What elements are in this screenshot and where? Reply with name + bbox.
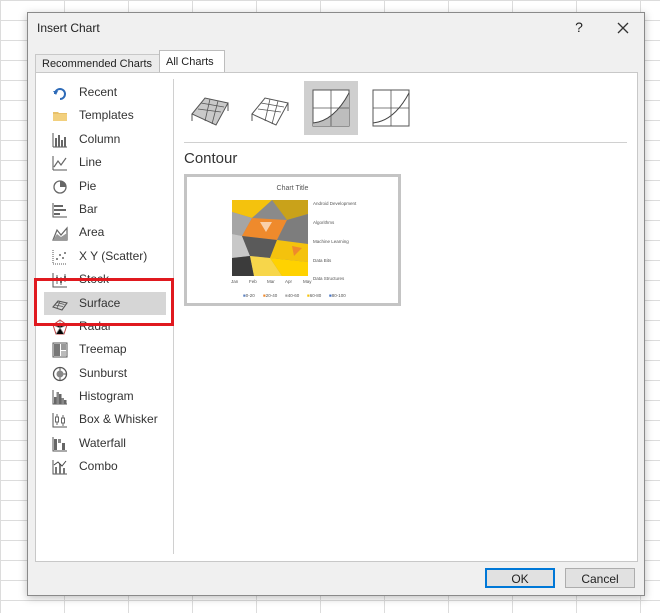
sidebar-item-templates[interactable]: Templates: [36, 104, 173, 127]
preview-x-label: Jan: [231, 279, 239, 284]
dialog-title: Insert Chart: [37, 21, 100, 35]
title-bar: Insert Chart ?: [28, 13, 644, 43]
sidebar-item-treemap[interactable]: Treemap: [36, 338, 173, 361]
sidebar-item-recent[interactable]: Recent: [36, 81, 173, 104]
preview-legend-item: ■80-100: [329, 293, 346, 298]
sidebar-item-bar[interactable]: Bar: [36, 198, 173, 221]
sunburst-chart-icon: [52, 366, 68, 381]
sidebar-item-sunburst[interactable]: Sunburst: [36, 362, 173, 385]
box-whisker-chart-icon: [52, 413, 67, 428]
wireframe-contour-icon: [372, 89, 410, 127]
preview-right-label: Algorithms: [313, 220, 335, 225]
sidebar-item-waterfall[interactable]: Waterfall: [36, 432, 173, 455]
preview-contour-plot: [232, 200, 308, 276]
preview-right-label: Android Development: [313, 201, 357, 206]
ok-button[interactable]: OK: [485, 568, 555, 588]
preview-x-label: Apr: [285, 279, 293, 284]
sidebar-item-label: Waterfall: [79, 435, 126, 450]
contour-icon: [312, 89, 350, 127]
sidebar-item-label: Templates: [79, 108, 134, 123]
preview-right-label: Data Bits: [313, 258, 332, 263]
tab-all-charts[interactable]: All Charts: [159, 50, 225, 73]
gallery-divider: [184, 142, 627, 143]
sidebar-item-label: Recent: [79, 85, 118, 99]
waterfall-chart-icon: [52, 436, 67, 452]
recent-icon: [53, 88, 66, 100]
bar-chart-icon: [52, 202, 67, 218]
sidebar-item-pie[interactable]: Pie: [36, 175, 173, 198]
sidebar-item-column[interactable]: Column: [36, 128, 173, 151]
chart-subtype-title: Contour: [184, 150, 238, 167]
line-chart-icon: [52, 156, 67, 171]
treemap-chart-icon: [52, 342, 68, 358]
sidebar-item-box-whisker[interactable]: Box & Whisker: [36, 408, 173, 431]
preview-right-label: Machine Learning: [313, 239, 349, 244]
help-button[interactable]: ?: [571, 19, 587, 35]
close-button[interactable]: [614, 19, 632, 37]
sidebar-item-label: Sunburst: [79, 365, 128, 380]
sidebar-item-label: Combo: [79, 459, 118, 474]
close-icon: [617, 22, 629, 34]
sidebar-item-combo[interactable]: Combo: [36, 455, 173, 478]
preview-legend-item: ■60-80: [307, 293, 322, 298]
histogram-chart-icon: [52, 390, 67, 405]
combo-chart-icon: [52, 460, 67, 475]
wireframe-3d-surface-icon: [251, 97, 289, 126]
chart-preview[interactable]: Chart Title Android Development Algorith…: [184, 174, 401, 306]
3d-surface-icon: [191, 97, 229, 126]
sidebar-item-scatter[interactable]: X Y (Scatter): [36, 245, 173, 268]
sidebar-item-label: Box & Whisker: [79, 412, 158, 427]
preview-legend-item: ■0-20: [243, 293, 255, 298]
area-chart-icon: [52, 226, 68, 241]
preview-chart-title: Chart Title: [276, 185, 309, 192]
tab-recommended-charts[interactable]: Recommended Charts: [35, 54, 161, 73]
subtype-wireframe-contour[interactable]: [364, 81, 418, 135]
sidebar-item-label: Histogram: [79, 389, 134, 404]
pie-chart-icon: [53, 179, 67, 194]
subtype-wireframe-3d-surface[interactable]: [244, 81, 298, 135]
sidebar-item-label: Bar: [79, 201, 98, 216]
preview-legend-item: ■20-40: [263, 293, 278, 298]
sidebar-item-line[interactable]: Line: [36, 151, 173, 174]
surface-highlight-annotation: [34, 278, 174, 326]
sidebar-item-label: Area: [79, 225, 105, 240]
preview-x-label: Mar: [267, 279, 275, 284]
subtype-3d-surface[interactable]: [184, 81, 238, 135]
sidebar-item-histogram[interactable]: Histogram: [36, 385, 173, 408]
sidebar-item-label: Treemap: [79, 342, 127, 357]
sidebar-item-label: Pie: [79, 178, 97, 193]
sidebar-item-label: Column: [79, 131, 121, 146]
folder-icon: [53, 112, 67, 122]
sidebar-item-label: X Y (Scatter): [79, 248, 148, 263]
sidebar-item-area[interactable]: Area: [36, 221, 173, 244]
preview-right-label: Data Structures: [313, 276, 345, 281]
column-chart-icon: [52, 132, 67, 148]
cancel-button[interactable]: Cancel: [565, 568, 635, 588]
subtype-contour[interactable]: [304, 81, 358, 135]
scatter-chart-icon: [52, 249, 67, 265]
preview-legend-item: ■40-60: [285, 293, 300, 298]
preview-x-label: Feb: [249, 279, 257, 284]
preview-x-label: May: [303, 279, 312, 284]
sidebar-item-label: Line: [79, 155, 102, 170]
